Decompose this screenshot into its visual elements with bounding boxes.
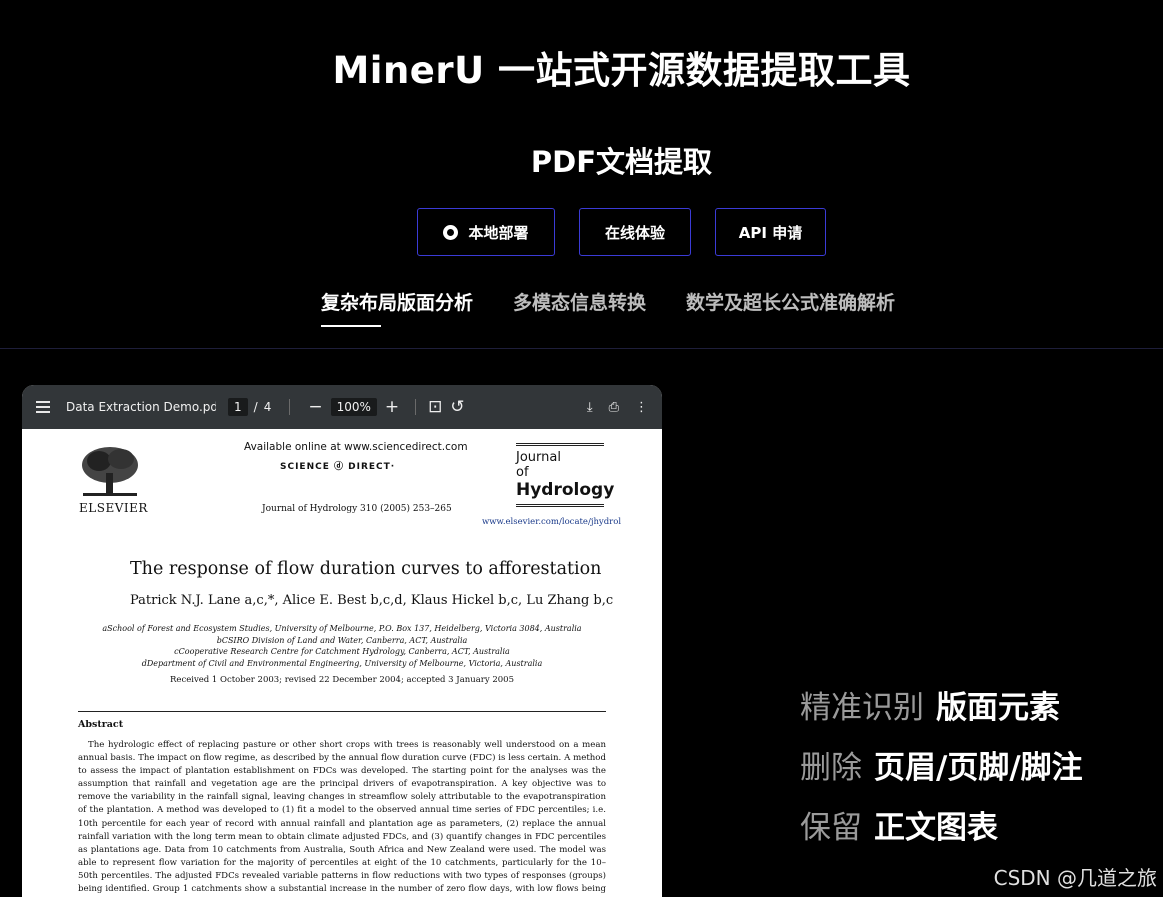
abstract-rule bbox=[78, 711, 606, 712]
elsevier-tree-logo bbox=[82, 447, 138, 496]
affiliation: cCooperative Research Centre for Catchme… bbox=[174, 647, 510, 656]
download-icon[interactable]: ⤓ bbox=[587, 400, 593, 415]
pdf-file-name: Data Extraction Demo.pdf bbox=[66, 400, 216, 414]
api-apply-label: API 申请 bbox=[738, 223, 803, 242]
page-separator: / bbox=[253, 400, 258, 414]
elsevier-wordmark: ELSEVIER bbox=[79, 501, 148, 515]
toolbar-actions: ⤓ ⎙ ⋮ bbox=[587, 400, 648, 415]
section-divider bbox=[0, 348, 1163, 349]
fit-page-icon[interactable]: ⊡ bbox=[428, 397, 442, 417]
feature-list: 精准识别 版面元素 删除 页眉/页脚/脚注 保留 正文图表 bbox=[800, 682, 1083, 862]
rotate-icon[interactable]: ↺ bbox=[450, 397, 464, 417]
github-icon bbox=[443, 224, 459, 240]
affiliation: aSchool of Forest and Ecosystem Studies,… bbox=[102, 624, 582, 633]
tab-formula-parsing[interactable]: 数学及超长公式准确解析 bbox=[686, 288, 895, 327]
feature-key: 保留 bbox=[800, 810, 862, 846]
local-deploy-label: 本地部署 bbox=[468, 223, 529, 242]
sciencedirect-logo: SCIENCE ⓓ DIRECT· bbox=[280, 462, 396, 472]
journal-url: www.elsevier.com/locate/jhydrol bbox=[482, 517, 622, 527]
page-subtitle: PDF文档提取 bbox=[530, 145, 713, 179]
pdf-toolbar: Data Extraction Demo.pdf 1 / 4 − 100% + … bbox=[22, 385, 662, 429]
tab-multimodal-conversion[interactable]: 多模态信息转换 bbox=[513, 288, 646, 327]
feature-value: 正文图表 bbox=[874, 810, 998, 846]
csdn-watermark: CSDN @几道之旅 bbox=[993, 866, 1157, 890]
available-online: Available online at www.sciencedirect.co… bbox=[244, 441, 468, 453]
abstract-heading: Abstract bbox=[78, 719, 124, 730]
journal-logo-line2: of bbox=[516, 465, 529, 480]
received-dates: Received 1 October 2003; revised 22 Dece… bbox=[170, 675, 514, 685]
page-title: MinerU 一站式开源数据提取工具 bbox=[332, 49, 911, 92]
online-trial-button[interactable]: 在线体验 bbox=[579, 208, 691, 256]
paper-authors: Patrick N.J. Lane a,c,*, Alice E. Best b… bbox=[130, 593, 614, 608]
zoom-out-icon[interactable]: − bbox=[308, 397, 322, 417]
feature-item: 精准识别 版面元素 bbox=[800, 682, 1083, 726]
local-deploy-button[interactable]: 本地部署 bbox=[417, 208, 555, 256]
pdf-viewer: Data Extraction Demo.pdf 1 / 4 − 100% + … bbox=[22, 385, 662, 897]
feature-value: 版面元素 bbox=[936, 690, 1060, 726]
journal-logo: Journal of Hydrology bbox=[516, 443, 615, 507]
feature-tabs: 复杂布局版面分析 多模态信息转换 数学及超长公式准确解析 bbox=[321, 288, 895, 327]
feature-item: 保留 正文图表 bbox=[800, 802, 1083, 846]
tab-layout-analysis[interactable]: 复杂布局版面分析 bbox=[321, 288, 473, 327]
feature-value: 页眉/页脚/脚注 bbox=[874, 750, 1083, 786]
current-page-input[interactable]: 1 bbox=[228, 398, 248, 416]
action-buttons: 本地部署 在线体验 API 申请 bbox=[0, 208, 1163, 256]
toolbar-separator-2 bbox=[415, 399, 417, 415]
feature-key: 精准识别 bbox=[800, 690, 924, 726]
menu-icon[interactable] bbox=[36, 401, 50, 413]
paper-title: The response of flow duration curves to … bbox=[130, 559, 602, 579]
author-affiliations: aSchool of Forest and Ecosystem Studies,… bbox=[22, 623, 662, 669]
api-apply-button[interactable]: API 申请 bbox=[715, 208, 826, 256]
print-icon[interactable]: ⎙ bbox=[609, 400, 619, 415]
journal-logo-line1: Journal bbox=[516, 450, 561, 465]
page-indicator: 1 / 4 bbox=[228, 398, 271, 416]
journal-logo-line3: Hydrology bbox=[516, 480, 615, 500]
toolbar-separator bbox=[289, 399, 291, 415]
abstract-body: The hydrologic effect of replacing pastu… bbox=[78, 740, 606, 895]
affiliation: bCSIRO Division of Land and Water, Canbe… bbox=[216, 635, 468, 645]
feature-item: 删除 页眉/页脚/脚注 bbox=[800, 742, 1083, 786]
online-trial-label: 在线体验 bbox=[604, 223, 665, 242]
zoom-in-icon[interactable]: + bbox=[385, 397, 399, 417]
more-options-icon[interactable]: ⋮ bbox=[635, 400, 648, 415]
affiliation: dDepartment of Civil and Environmental E… bbox=[141, 658, 543, 668]
total-pages: 4 bbox=[263, 400, 272, 414]
feature-key: 删除 bbox=[800, 750, 862, 786]
zoom-level[interactable]: 100% bbox=[330, 398, 377, 416]
pdf-page: ELSEVIER Available online at www.science… bbox=[22, 429, 662, 897]
journal-reference: Journal of Hydrology 310 (2005) 253–265 bbox=[262, 504, 452, 514]
